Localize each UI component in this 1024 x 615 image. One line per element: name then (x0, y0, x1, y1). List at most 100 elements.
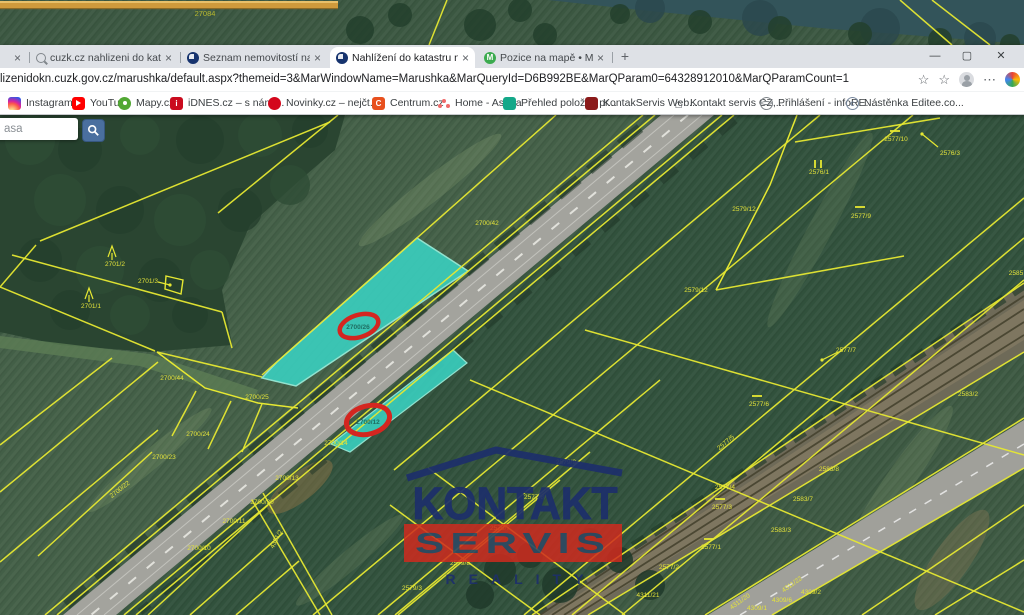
map-search-input[interactable]: asa (0, 118, 78, 140)
parcel-label: 27084 (195, 9, 216, 18)
minimize-button[interactable]: — (920, 45, 950, 68)
parcel-label: 2700/10 (187, 545, 211, 552)
cuzk-favicon (187, 52, 199, 64)
parcel-label: 2579/12 (732, 206, 756, 213)
parcel-label: 2577/9 (851, 213, 871, 220)
star-icon[interactable]: ☆ (918, 73, 930, 86)
cuzk-favicon (336, 52, 348, 64)
parcel-label: 2583/7 (793, 496, 813, 503)
tab-close-icon[interactable]: × (165, 52, 172, 64)
parcel-label: 2577/1 (701, 544, 721, 551)
globe-icon (760, 97, 773, 110)
parcel-label: 2700/11 (222, 518, 245, 525)
tab-2[interactable]: cuzk.cz nahlizeni do katastru - Hle × (30, 47, 178, 68)
bookmark-label: Novinky.cz – nejčt... (286, 97, 379, 109)
tab-1[interactable]: a R× (0, 47, 27, 68)
parcel-label: 4311/21 (636, 592, 659, 599)
parcel-label: 2585 (1009, 270, 1024, 277)
parcel-label: 2576/3 (940, 150, 960, 157)
bookmark-n-st-nka-editee-co-[interactable]: c Nástěnka Editee.co... (846, 92, 964, 114)
parcel-label: 2700/42 (475, 220, 499, 227)
bookmark-label: Nástěnka Editee.co... (864, 97, 964, 109)
parcel-label: 2700/24 (186, 431, 210, 438)
search-icon (87, 124, 100, 137)
parcel-label: 4309/6 (772, 597, 792, 604)
parcel-label: 2700/25 (245, 394, 269, 401)
map-search-value: asa (4, 118, 23, 140)
tab-bar: a R× cuzk.cz nahlizeni do katastru - Hle ×… (0, 45, 1024, 68)
tab-3[interactable]: Seznam nemovitostí na LV | Nahlíž× (181, 47, 327, 68)
watermark-kontakt: KONTAKT (413, 478, 618, 529)
parcel-label: 2577/3 (712, 504, 732, 511)
youtube-icon (72, 97, 85, 110)
parcel-label: 2700/26 (346, 324, 370, 331)
bookmark-label: Centrum.cz (390, 97, 444, 109)
parcel-label: 2701/3 (138, 278, 158, 285)
parcel-label: 4309/1 (747, 605, 767, 612)
bookmark-centrum-cz[interactable]: C Centrum.cz (372, 92, 444, 114)
bookmarks-bar: InstagramYouTubeMapy.cziiDNES.cz – s nám… (0, 91, 1024, 115)
tab-close-icon[interactable]: × (462, 52, 469, 64)
parcel-label: 2583/2 (958, 391, 978, 398)
tab-close-icon[interactable]: × (314, 52, 321, 64)
reading-list-icon[interactable]: ☆ (938, 73, 950, 86)
parcel-label: 2700/14 (324, 440, 348, 447)
watermark-servis: SERVIS (415, 528, 611, 560)
mapy-icon (118, 97, 131, 110)
tab-5[interactable]: MPozice na mapě • Mapy.com× (478, 47, 610, 68)
tab-label: cuzk.cz nahlizeni do katastru - Hle (50, 52, 161, 64)
parcel-label: 2583/8 (819, 466, 839, 473)
parcel-label: 4309/2 (801, 589, 821, 596)
tab-separator (612, 52, 613, 63)
parcel-label: 2576/1 (809, 169, 829, 176)
tab-close-icon[interactable]: × (597, 52, 604, 64)
bookmark-novinky-cz-nej-t-[interactable]: Novinky.cz – nejčt... (268, 92, 379, 114)
tab-close-icon[interactable]: × (14, 52, 21, 64)
tab-separator (180, 52, 181, 63)
idnes-icon: i (170, 97, 183, 110)
prehled-icon (503, 97, 516, 110)
parcel-label: 2700/30 (250, 499, 274, 506)
parcel-label: 2579/12 (684, 287, 708, 294)
tab-label: Nahlížení do katastru nemovitostí (352, 52, 458, 64)
parcel-label: 2700/12 (356, 419, 380, 426)
house-icon: ⌂ (672, 97, 685, 110)
watermark-reality: REALITY (446, 571, 597, 587)
parcel-label: 2577/7 (836, 347, 856, 354)
url-bar[interactable]: lizenidokn.cuzk.gov.cz/marushka/default.… (0, 68, 860, 91)
instagram-icon (8, 97, 21, 110)
tab-4[interactable]: Nahlížení do katastru nemovitostí × (330, 47, 475, 68)
parcel-label: 2577/4 (715, 484, 735, 491)
address-bar-row: lizenidokn.cuzk.gov.cz/marushka/default.… (0, 68, 1024, 91)
parcel-label: 2701/1 (81, 303, 101, 310)
bookmark-label: Instagram (26, 97, 73, 109)
search-icon (36, 53, 46, 63)
editee-icon: c (846, 97, 859, 110)
desktop-screenshot: 27084 2700/42 2701/2 2701/3 2701/1 2700/44 270… (0, 0, 1024, 615)
tab-label: Pozice na mapě • Mapy.com (500, 52, 593, 64)
parcel-label: 2700/13 (275, 475, 299, 482)
map-search-button[interactable] (82, 119, 105, 142)
parcel-label: 2700/44 (160, 375, 184, 382)
menu-dots-icon[interactable]: ⋯ (983, 73, 996, 86)
close-button[interactable]: ✕ (986, 45, 1016, 68)
asana-icon (437, 97, 450, 110)
parcel-label: 2701/2 (105, 261, 125, 268)
parcel-label: 2700/23 (152, 454, 176, 461)
bookmark-mapy-cz[interactable]: Mapy.cz (118, 92, 174, 114)
profile-icon[interactable] (1005, 72, 1020, 87)
tab-separator (29, 52, 30, 63)
avatar-icon[interactable] (959, 72, 974, 87)
parcel-label: 2583/3 (771, 527, 791, 534)
bookmark-label: Mapy.cz (136, 97, 174, 109)
bookmark-instagram[interactable]: Instagram (8, 92, 73, 114)
maximize-button[interactable]: ▢ (952, 45, 982, 68)
parcel-label: 2577/2 (659, 564, 679, 571)
browser-window: a R× cuzk.cz nahlizeni do katastru - Hle ×… (0, 45, 1024, 115)
centrum-icon: C (372, 97, 385, 110)
parcel-label: 2577/6 (749, 401, 769, 408)
parcel-label: 2579/3 (402, 585, 422, 592)
novinky-icon (268, 97, 281, 110)
new-tab-button[interactable]: + (616, 48, 634, 66)
parcel-label: 2577/10 (884, 136, 908, 143)
